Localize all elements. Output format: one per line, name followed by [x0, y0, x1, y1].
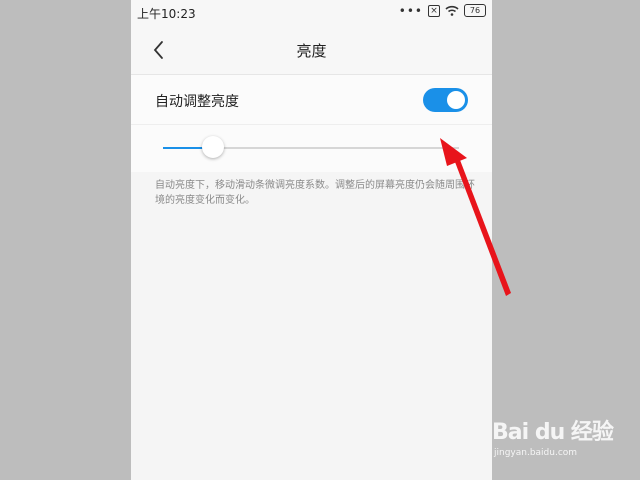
auto-brightness-row[interactable]: 自动调整亮度	[131, 75, 492, 125]
brightness-slider-track[interactable]	[163, 136, 459, 158]
more-dots-icon: •••	[398, 3, 423, 18]
brightness-slider-thumb[interactable]	[202, 136, 224, 158]
watermark-brand: Bai du 经验	[492, 420, 614, 445]
status-icons: ••• × 76	[399, 4, 486, 17]
watermark-url: jingyan.baidu.com	[494, 448, 578, 458]
brightness-card: 自动调整亮度	[131, 75, 492, 172]
brightness-slider-row	[131, 125, 492, 172]
battery-icon: 76	[464, 4, 486, 17]
auto-brightness-toggle[interactable]	[423, 88, 468, 112]
baidu-watermark: Bai du 经验 jingyan.baidu.com	[492, 410, 640, 480]
page-header: 亮度	[131, 26, 492, 75]
toggle-knob	[447, 91, 465, 109]
phone-screen: 上午10:23 ••• × 76 亮度 自动调整亮度 自动亮度下，移动滑动条微调…	[131, 0, 492, 480]
status-bar: 上午10:23 ••• × 76	[131, 0, 492, 26]
brightness-description: 自动亮度下，移动滑动条微调亮度系数。调整后的屏幕亮度仍会随周围环境的亮度变化而变…	[155, 180, 475, 206]
page-title: 亮度	[296, 42, 327, 60]
wifi-icon	[445, 5, 459, 16]
auto-brightness-label: 自动调整亮度	[155, 94, 239, 110]
sim-x-icon: ×	[428, 4, 440, 17]
status-time: 上午10:23	[137, 7, 196, 21]
